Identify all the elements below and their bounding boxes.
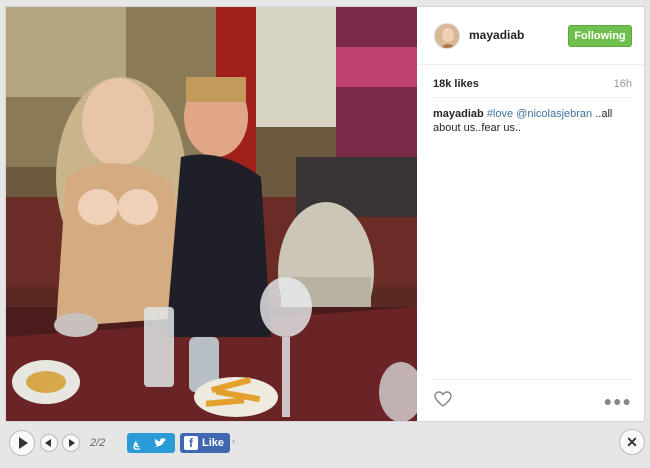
caption-username[interactable]: mayadiab [433, 108, 484, 120]
caption-hashtag[interactable]: #love [487, 108, 513, 120]
facebook-like-button[interactable]: f Like [180, 433, 230, 453]
next-icon[interactable] [62, 434, 80, 452]
slide-counter: 2/2 [90, 437, 106, 449]
following-button[interactable]: Following [568, 25, 632, 47]
likes-count[interactable]: 18k likes [433, 78, 479, 90]
photo-image [6, 7, 417, 421]
close-icon[interactable]: ✕ [619, 429, 645, 455]
play-icon[interactable] [9, 430, 35, 456]
avatar[interactable] [434, 23, 460, 49]
divider [433, 379, 631, 380]
more-icon[interactable]: ●●● [604, 393, 632, 409]
facebook-icon: f [184, 436, 198, 450]
viewer-controls: 2/2 ﻎ f Like ‹ ✕ [0, 425, 650, 468]
prev-icon[interactable] [40, 434, 58, 452]
twitter-icon: ﻎ [133, 438, 166, 450]
chevron-left-icon: ‹ [232, 436, 236, 447]
lightbox: mayadiab Following 18k likes 16h mayadia… [0, 0, 650, 468]
post-sidebar: mayadiab Following 18k likes 16h mayadia… [418, 7, 644, 421]
post-header: mayadiab Following [418, 7, 644, 65]
post-photo[interactable] [6, 7, 417, 421]
post-time[interactable]: 16h [614, 78, 632, 90]
instagram-post: mayadiab Following 18k likes 16h mayadia… [5, 6, 645, 422]
username[interactable]: mayadiab [469, 28, 524, 42]
caption-mention[interactable]: @nicolasjebran [516, 108, 592, 120]
divider [433, 97, 631, 98]
post-caption: mayadiab #love @nicolasjebran ..all abou… [433, 107, 633, 135]
twitter-share-button[interactable]: ﻎ [127, 433, 175, 453]
heart-icon[interactable] [434, 391, 452, 407]
facebook-like-label: Like [202, 437, 225, 449]
svg-text:ﻎ: ﻎ [133, 438, 140, 450]
